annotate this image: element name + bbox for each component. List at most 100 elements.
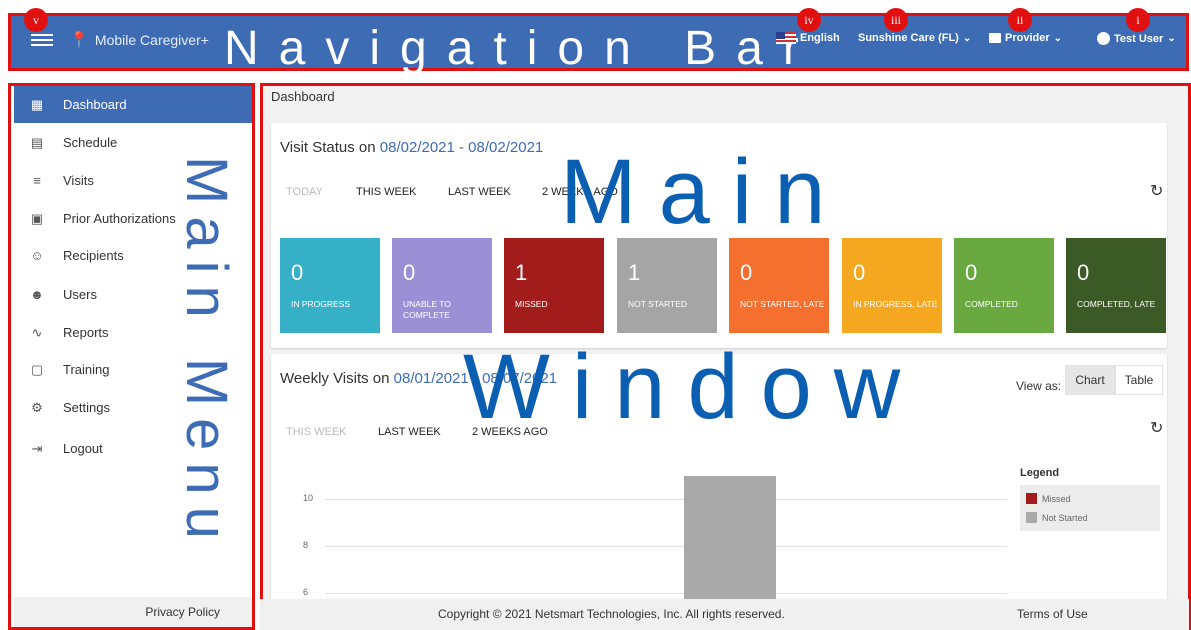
view-table-button[interactable]: Table (1115, 365, 1163, 395)
legend-box: Missed Not Started (1020, 485, 1160, 531)
view-chart-button[interactable]: Chart (1065, 365, 1115, 395)
weekly-visits-title-text: Weekly Visits on (280, 370, 394, 387)
agency-label: Sunshine Care (FL) (858, 32, 959, 44)
chevron-down-icon: ⌄ (1053, 32, 1063, 44)
terms-of-use-link[interactable]: Terms of Use (1017, 607, 1088, 621)
tab-today[interactable]: TODAY (286, 186, 323, 198)
sidebar-item-label: Visits (63, 173, 94, 188)
brand-name: Mobile Caregiver+ (94, 32, 209, 48)
gear-icon: ⚙ (31, 399, 43, 415)
y-tick-label: 8 (303, 540, 309, 550)
us-flag-icon (776, 32, 796, 44)
sidebar-item-label: Reports (63, 325, 109, 340)
calendar-day-icon: ▣ (30, 210, 44, 226)
status-tile-count: 1 (628, 260, 641, 285)
status-tile-in-progress[interactable]: 0 IN PROGRESS (280, 238, 380, 333)
y-tick-label: 10 (303, 493, 314, 503)
sidebar-item-label: Training (63, 362, 110, 377)
status-tile-count: 0 (853, 260, 866, 285)
id-card-icon (989, 33, 1001, 43)
status-tile-count: 1 (515, 260, 528, 285)
callout-badge-iii: iii (884, 8, 908, 32)
status-tile-in-progress-late[interactable]: 0 IN PROGRESS, LATE (842, 238, 942, 333)
agency-selector[interactable]: Sunshine Care (FL) ⌄ (858, 32, 971, 44)
status-tile-count: 0 (740, 260, 753, 285)
user-label: Test User (1114, 32, 1164, 45)
refresh-icon[interactable]: ↻ (1150, 181, 1163, 201)
sidebar-item-label: Settings (63, 400, 110, 415)
callout-badge-ii: ii (1008, 8, 1032, 32)
filter-list-icon: ≡ (33, 173, 41, 188)
visit-status-title: Visit Status on 08/02/2021 - 08/02/2021 (280, 139, 543, 156)
refresh-icon[interactable]: ↻ (1150, 418, 1163, 438)
app-root: 📍 Mobile Caregiver+ Navigation Bar Engli… (0, 0, 1191, 630)
tab-this-week[interactable]: THIS WEEK (286, 426, 347, 438)
status-tile-count: 0 (291, 260, 304, 285)
y-tick-label: 6 (303, 587, 309, 597)
training-icon: ▢ (30, 361, 44, 377)
sidebar-item-label: Dashboard (63, 97, 127, 112)
main-window-callout-label-line1: Main (560, 141, 848, 243)
dashboard-icon: ▦ (30, 96, 44, 112)
breadcrumb: Dashboard (271, 89, 335, 104)
status-tile-completed-late[interactable]: 0 COMPLETED, LATE (1066, 238, 1166, 333)
legend-item-not-started[interactable]: Not Started (1026, 508, 1154, 527)
status-tile-not-started[interactable]: 1 NOT STARTED (617, 238, 717, 333)
legend-label: Not Started (1042, 512, 1088, 523)
status-tile-label: UNABLE TO COMPLETE (403, 299, 451, 320)
hamburger-menu-icon[interactable] (31, 31, 53, 51)
sidebar-item-label: Logout (63, 441, 103, 456)
status-tile-label: MISSED (515, 299, 548, 309)
main-menu-callout-label: Main Menu (174, 156, 239, 551)
trend-line-icon: ∿ (31, 324, 43, 340)
legend-label: Missed (1042, 493, 1071, 504)
status-tile-missed[interactable]: 1 MISSED (504, 238, 604, 333)
visit-status-title-text: Visit Status on (280, 139, 380, 156)
main-menu-sidebar: ▦ Dashboard ▤ Schedule ≡ Visits ▣ Prior … (8, 83, 255, 630)
sidebar-item-label: Prior Authorizations (63, 211, 176, 226)
account-circle-icon (1097, 32, 1110, 45)
status-tile-completed[interactable]: 0 COMPLETED (954, 238, 1054, 333)
navigation-bar-callout-label: Navigation Bar (224, 22, 819, 75)
legend-swatch (1026, 512, 1037, 523)
main-window: Dashboard Visit Status on 08/02/2021 - 0… (260, 83, 1191, 630)
status-tile-label: IN PROGRESS (291, 299, 351, 309)
legend-item-missed[interactable]: Missed (1026, 489, 1154, 508)
navigation-bar-region: 📍 Mobile Caregiver+ Navigation Bar Engli… (0, 0, 1191, 75)
chart-legend: Legend Missed Not Started (1020, 467, 1160, 531)
status-tile-label: COMPLETED, LATE (1077, 299, 1156, 309)
sidebar-item-label: Schedule (63, 135, 118, 150)
status-tile-label: NOT STARTED (628, 299, 688, 309)
role-label: Provider (1005, 32, 1050, 44)
role-selector[interactable]: Provider ⌄ (989, 32, 1062, 44)
view-as-label: View as: (1016, 379, 1062, 393)
legend-title: Legend (1020, 467, 1060, 479)
tab-last-week[interactable]: LAST WEEK (448, 186, 511, 198)
chevron-down-icon: ⌄ (962, 32, 972, 44)
people-outline-icon: ☺ (30, 248, 44, 263)
copyright-text: Copyright © 2021 Netsmart Technologies, … (438, 607, 785, 621)
status-tile-count: 0 (403, 260, 416, 285)
privacy-policy-link[interactable]: Privacy Policy (14, 597, 252, 627)
user-menu[interactable]: Test User ⌄ (1097, 32, 1176, 45)
tab-this-week[interactable]: THIS WEEK (356, 186, 417, 198)
tab-last-week[interactable]: LAST WEEK (378, 426, 441, 438)
people-icon: ☻ (30, 287, 44, 302)
language-selector[interactable]: English (776, 32, 840, 44)
sidebar-item-label: Users (63, 287, 97, 302)
status-tile-label: COMPLETED (965, 299, 1018, 309)
chevron-down-icon: ⌄ (1167, 33, 1176, 44)
language-label: English (800, 32, 840, 44)
sidebar-item-dashboard[interactable]: ▦ Dashboard (14, 86, 252, 123)
status-tile-label: IN PROGRESS, LATE (853, 299, 938, 309)
status-tile-label: NOT STARTED, LATE (740, 299, 825, 309)
calendar-icon: ▤ (30, 134, 44, 150)
brand[interactable]: 📍 Mobile Caregiver+ (69, 30, 209, 50)
logout-icon: ⇥ (31, 440, 43, 456)
status-tile-not-started-late[interactable]: 0 NOT STARTED, LATE (729, 238, 829, 333)
callout-badge-v: v (24, 8, 48, 32)
status-tile-unable-to-complete[interactable]: 0 UNABLE TO COMPLETE (392, 238, 492, 333)
status-tile-count: 0 (1077, 260, 1090, 285)
brand-logo-icon: 📍 (69, 32, 89, 49)
callout-badge-iv: iv (797, 8, 821, 32)
